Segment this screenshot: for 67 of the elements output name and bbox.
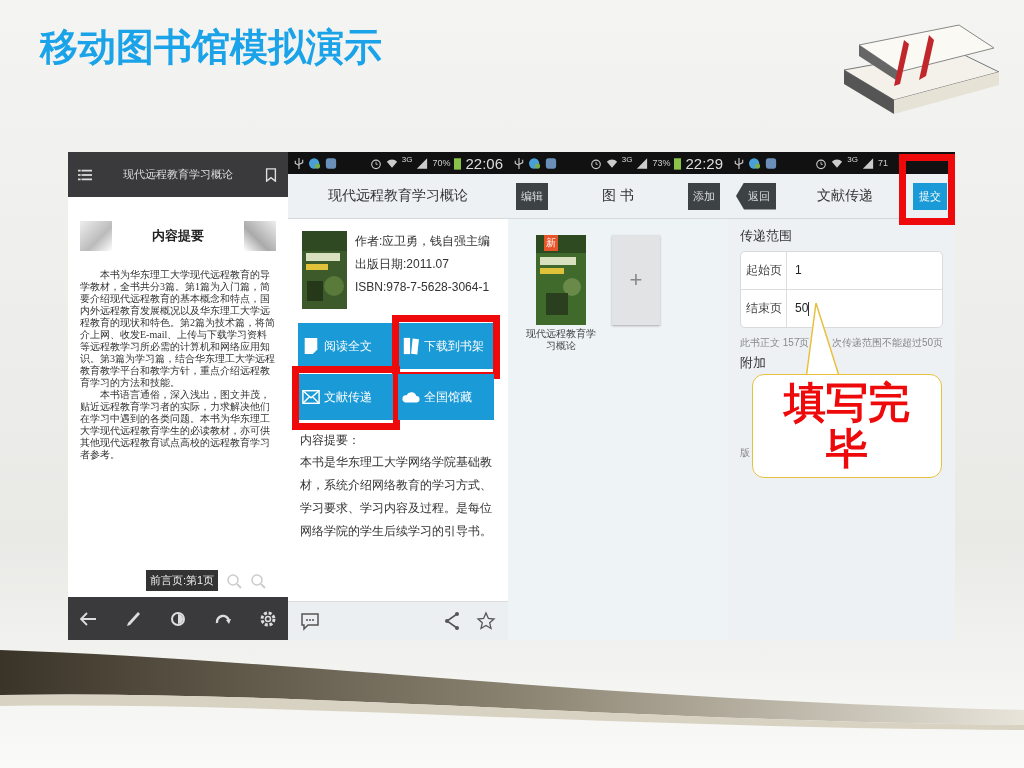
page-paragraph: 本书为华东理工大学现代远程教育的导学教材，全书共分3篇。第1篇为入门篇，简要介绍现代远程教育的基本概念和特点，国内外远程教育发展概况以及华东理工大学远程教育的现状和特色。第2篇为技术篇，将简介上网、收发E-mail、上传与下载学习资料等远程教学习所必需的计算机和网络应用知识。第3篇为学习篇，结合华东理工大学远程教育教学平台和教学方针，重点介绍远程教育学习的方法和技能。: [80, 269, 276, 389]
field-label: 结束页: [741, 290, 787, 327]
signal-icon: [636, 156, 649, 170]
header-title: 现代远程教育学习概论: [328, 187, 468, 205]
network-type: 3G: [847, 155, 858, 164]
clock-time: 22:29: [685, 154, 723, 172]
usb-icon: [293, 156, 305, 170]
battery-percent: 73%: [652, 158, 671, 168]
books-icon: [402, 337, 420, 355]
edit-button[interactable]: 编辑: [516, 182, 548, 210]
submit-button[interactable]: 提交: [913, 182, 947, 210]
network-type: 3G: [401, 155, 413, 164]
battery-percent: 70%: [432, 158, 451, 168]
section-label: 附加: [740, 356, 767, 370]
bookmark-icon[interactable]: [264, 167, 278, 182]
section-label: 传递范围: [740, 227, 793, 245]
battery-icon: [454, 156, 462, 170]
header-title: 文献传递: [816, 187, 873, 205]
summary-label: 内容提要：: [300, 432, 361, 449]
add-button[interactable]: 添加: [688, 182, 720, 210]
callout-text: 填写完毕: [782, 380, 911, 472]
book-info: 作者:应卫勇，钱自强主编: [355, 233, 491, 250]
summary-text: 本书是华东理工大学网络学院基础教材，系统介绍网络教育的学习方式、学习要求、学习内容及过程。是每位网络学院的学生后续学习的引导书。: [300, 454, 493, 540]
note-text: 此书正文 157页: [740, 336, 810, 350]
app-icon: [309, 156, 321, 170]
book-info: 出版日期:2011.07: [355, 256, 450, 273]
network-type: 3G: [621, 155, 633, 164]
slide-title: 移动图书馆模拟演示: [40, 25, 382, 70]
book-caption: 现代远程教育学习概论: [526, 328, 596, 352]
message-icon[interactable]: [300, 611, 320, 631]
page-tooltip: 前言页:第1页: [146, 570, 219, 591]
book-title: 现代远程教育学习概论: [122, 167, 234, 182]
menu-icon[interactable]: [78, 167, 92, 182]
field-label: 起始页: [741, 252, 787, 289]
app-icon: [749, 156, 761, 170]
action-button[interactable]: 下载到书架: [398, 323, 494, 369]
page-heading: 内容提要: [152, 227, 204, 245]
action-button[interactable]: 全国馆藏: [398, 374, 494, 420]
signal-icon: [416, 156, 429, 170]
back-button[interactable]: 返回: [736, 182, 776, 210]
page-paragraph: 本书语言通俗，深入浅出，图文并茂，贴近远程教育学习者的实际，力求解决他们在学习中遇到的各类问题。本书为华东理工大学现代远程教育学生的必读教材，亦可供其他现代远程教育试点高校的远程教育学习者参考。: [80, 389, 271, 461]
action-button[interactable]: 阅读全文: [298, 323, 394, 369]
note-text: 版: [740, 446, 751, 460]
action-button[interactable]: 文献传递: [298, 374, 394, 420]
input-field[interactable]: 50: [787, 290, 942, 327]
usb-icon: [733, 156, 745, 170]
new-badge: 新: [544, 235, 558, 251]
battery-icon: [674, 156, 682, 170]
app-icon: [545, 156, 557, 170]
note-text: 次传递范围不能超过50页: [831, 336, 943, 350]
app-icon: [529, 156, 541, 170]
page-icon: [302, 337, 320, 355]
signal-icon: [862, 156, 874, 170]
star-icon[interactable]: [476, 611, 496, 631]
app-icon: [765, 156, 777, 170]
book-info: ISBN:978-7-5628-3064-1: [355, 279, 491, 296]
battery-percent: 71: [878, 158, 888, 168]
header-title: 图 书: [602, 187, 634, 205]
envelope-icon: [302, 388, 320, 406]
usb-icon: [513, 156, 525, 170]
input-field[interactable]: 1: [787, 252, 942, 289]
page-ornament: [80, 221, 112, 251]
add-book-tile[interactable]: +: [612, 235, 660, 325]
share-icon[interactable]: [442, 611, 462, 631]
app-icon: [325, 156, 337, 170]
clock-time: 22:06: [465, 154, 503, 172]
page-ornament: [244, 221, 276, 251]
